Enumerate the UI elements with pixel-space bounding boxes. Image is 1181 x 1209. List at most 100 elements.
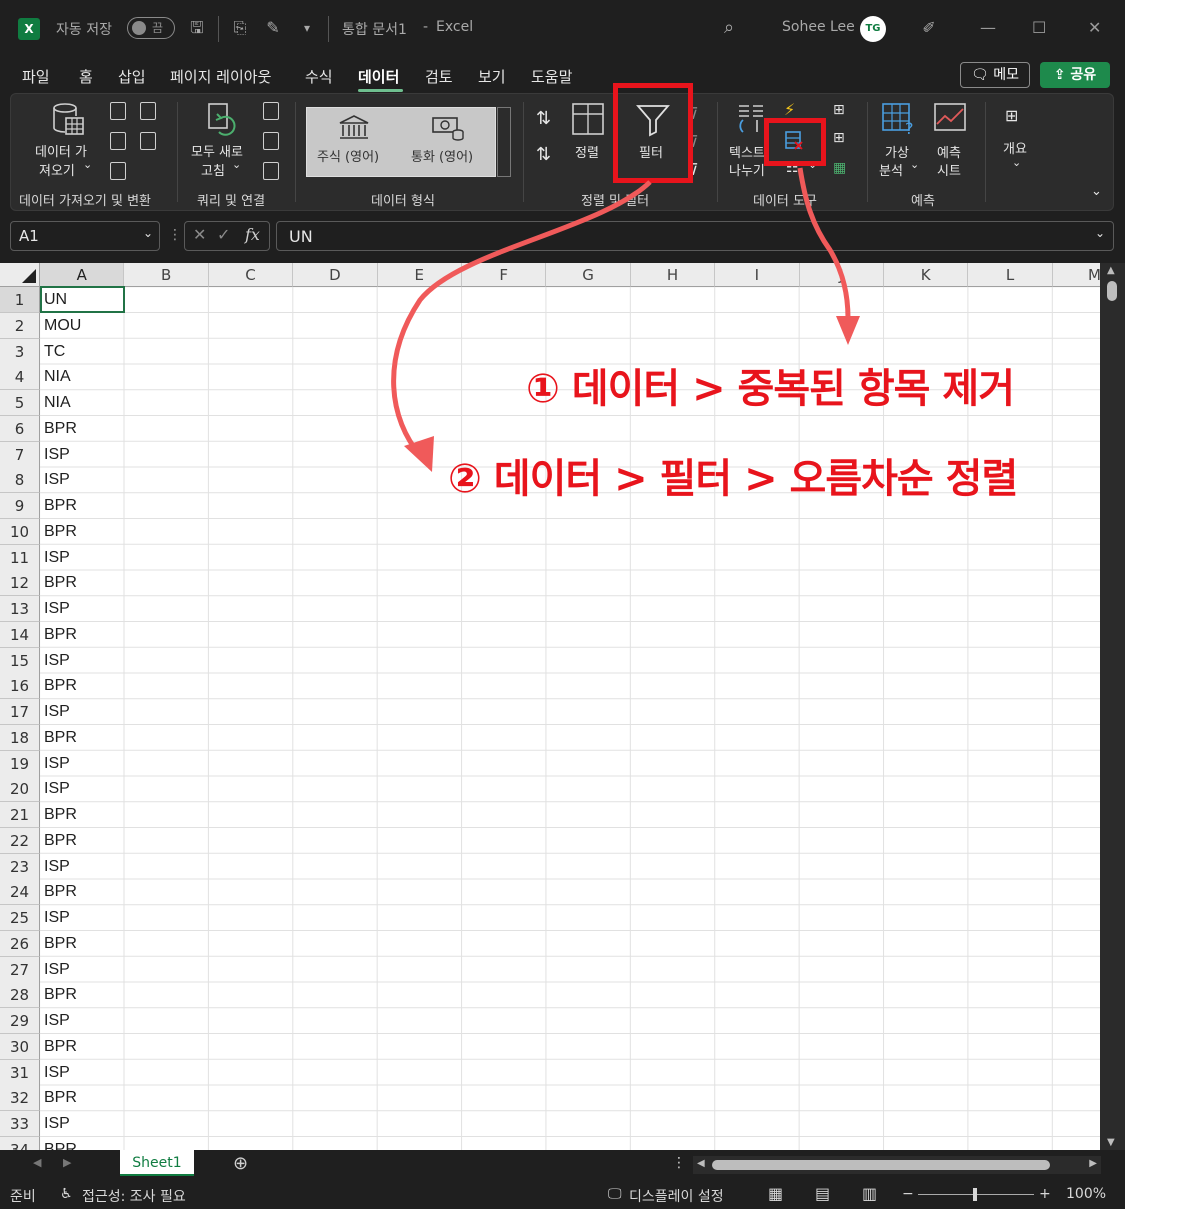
collapse-ribbon-chevron-icon[interactable]: ⌄ (1091, 184, 1102, 199)
row-header[interactable]: 10 (0, 518, 40, 545)
cell-a[interactable]: BPR (44, 493, 77, 519)
zoom-level[interactable]: 100% (1066, 1186, 1106, 1202)
user-name[interactable]: Sohee Lee (782, 19, 855, 35)
accessibility-icon[interactable]: ♿ (60, 1186, 73, 1202)
row-header[interactable]: 15 (0, 647, 40, 674)
cell-a[interactable]: ISP (44, 1111, 70, 1137)
cell-a[interactable]: ISP (44, 854, 70, 880)
relationships-icon[interactable]: ⊞ (833, 130, 845, 146)
scroll-left-icon[interactable]: ◀ (697, 1158, 705, 1169)
cell-a[interactable]: ISP (44, 751, 70, 777)
row-header[interactable]: 26 (0, 930, 40, 957)
tab-help[interactable]: 도움말 (531, 66, 572, 87)
minimize-icon[interactable]: — (980, 18, 996, 37)
accessibility-status[interactable]: 접근성: 조사 필요 (82, 1186, 186, 1206)
row-header[interactable]: 2 (0, 312, 40, 339)
cancel-entry-icon[interactable]: ✕ (193, 225, 206, 244)
flash-fill-icon[interactable]: ⚡ (784, 100, 795, 119)
what-if-chevron-icon[interactable]: ⌄ (910, 158, 919, 171)
outline-chevron-icon[interactable]: ⌄ (1012, 156, 1021, 169)
currency-icon[interactable] (431, 114, 465, 142)
data-model-icon[interactable]: ▦ (833, 160, 846, 176)
tab-view[interactable]: 보기 (478, 66, 506, 87)
name-box[interactable]: A1 ⌄ (10, 221, 160, 251)
confirm-entry-icon[interactable]: ✓ (217, 225, 230, 244)
cell-a[interactable]: BPR (44, 828, 77, 854)
maximize-icon[interactable]: ☐ (1032, 18, 1046, 37)
data-types-gallery[interactable]: 주식 (영어) 통화 (영어) (306, 107, 496, 177)
row-header[interactable]: 1 (0, 287, 40, 313)
sheet-tab-sheet1[interactable]: Sheet1 (120, 1150, 194, 1176)
cell-a[interactable]: NIA (44, 364, 71, 390)
column-header[interactable]: L (968, 263, 1053, 287)
save-icon[interactable]: 🖫 (186, 17, 208, 39)
column-header[interactable]: M (1052, 263, 1100, 287)
column-header[interactable]: G (546, 263, 631, 287)
stocks-bank-icon[interactable] (337, 114, 371, 142)
add-sheet-icon[interactable]: ⊕ (233, 1153, 248, 1174)
form-icon[interactable]: ⎘ (229, 17, 251, 39)
column-header[interactable]: F (462, 263, 547, 287)
row-header[interactable]: 31 (0, 1059, 40, 1086)
row-header[interactable]: 9 (0, 493, 40, 519)
from-web-icon[interactable] (140, 102, 156, 120)
row-header[interactable]: 11 (0, 544, 40, 571)
row-header[interactable]: 32 (0, 1085, 40, 1112)
cell-a[interactable]: TC (44, 339, 65, 365)
row-header[interactable]: 21 (0, 802, 40, 828)
name-box-chevron-icon[interactable]: ⌄ (143, 226, 153, 240)
display-settings[interactable]: 디스플레이 설정 (629, 1186, 724, 1206)
row-header[interactable]: 23 (0, 853, 40, 880)
customize-toolbar-chevron-icon[interactable]: ▾ (296, 17, 318, 39)
what-if-label-1[interactable]: 가상 (885, 142, 909, 161)
cell-a[interactable]: ISP (44, 905, 70, 931)
row-header[interactable]: 3 (0, 338, 40, 365)
tab-formulas[interactable]: 수식 (305, 66, 333, 87)
stocks-label[interactable]: 주식 (영어) (317, 146, 379, 165)
autosave-toggle[interactable]: 끔 (127, 17, 175, 39)
get-data-label-2[interactable]: 져오기 (39, 160, 75, 179)
normal-view-icon[interactable]: ▦ (768, 1184, 783, 1203)
get-data-label-1[interactable]: 데이터 가 (35, 141, 87, 160)
page-break-view-icon[interactable]: ▥ (862, 1184, 877, 1203)
forecast-label-1[interactable]: 예측 (937, 142, 961, 161)
existing-connections-icon[interactable] (110, 162, 126, 180)
currency-label[interactable]: 통화 (영어) (411, 146, 473, 165)
tab-page-layout[interactable]: 페이지 레이아웃 (170, 66, 271, 87)
row-header[interactable]: 13 (0, 596, 40, 622)
scroll-down-icon[interactable]: ▼ (1107, 1137, 1115, 1148)
row-header[interactable]: 25 (0, 905, 40, 931)
row-header[interactable]: 29 (0, 1008, 40, 1034)
cell-a[interactable]: BPR (44, 982, 77, 1008)
cell-a[interactable]: ISP (44, 1008, 70, 1034)
row-header[interactable]: 27 (0, 956, 40, 983)
cell-a[interactable]: BPR (44, 879, 77, 905)
row-header[interactable]: 28 (0, 982, 40, 1009)
cell-a[interactable]: ISP (44, 699, 70, 725)
get-data-chevron-icon[interactable]: ⌄ (83, 158, 92, 171)
cell-a[interactable]: NIA (44, 390, 71, 416)
row-header[interactable]: 16 (0, 673, 40, 700)
what-if-label-2[interactable]: 분석 (879, 160, 903, 179)
tab-insert[interactable]: 삽입 (118, 66, 146, 87)
cell-a[interactable]: BPR (44, 802, 77, 828)
cell-a[interactable]: BPR (44, 1137, 77, 1150)
row-header[interactable]: 22 (0, 827, 40, 854)
select-all-corner[interactable] (0, 263, 40, 287)
get-data-database-icon[interactable] (51, 102, 85, 138)
next-sheet-icon[interactable]: ▶ (63, 1156, 71, 1169)
vertical-scroll-thumb[interactable] (1107, 281, 1117, 301)
close-icon[interactable]: ✕ (1088, 18, 1101, 37)
sort-label[interactable]: 정렬 (575, 142, 599, 161)
queries-connections-icon[interactable] (263, 102, 279, 120)
row-header[interactable]: 18 (0, 724, 40, 751)
cell-a[interactable]: ISP (44, 1060, 70, 1086)
format-painter-icon[interactable]: ✎ (262, 17, 284, 39)
cell-a[interactable]: BPR (44, 1034, 77, 1060)
cell-a[interactable]: BPR (44, 1085, 77, 1111)
row-header[interactable]: 14 (0, 621, 40, 648)
recent-sources-icon[interactable] (140, 132, 156, 150)
insert-function-icon[interactable]: fx (245, 225, 260, 244)
column-header[interactable]: H (630, 263, 716, 287)
zoom-in-icon[interactable]: + (1039, 1186, 1051, 1202)
